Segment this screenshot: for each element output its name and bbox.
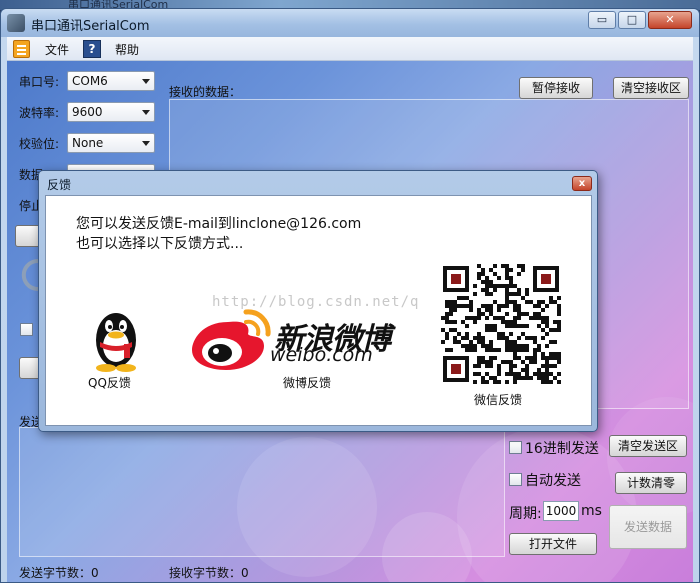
window-title: 串口通讯SerialCom [31,19,150,34]
dialog-close-button[interactable]: x [572,176,592,191]
baud-select[interactable]: 9600 [67,102,155,122]
wechat-qr-code-icon[interactable] [441,264,561,384]
hex-send-checkbox[interactable] [509,441,522,454]
count-clear-button[interactable]: 计数清零 [615,472,687,494]
chevron-down-icon [142,79,150,84]
feedback-email-text: 您可以发送反馈E-mail到linclone@126.com [76,216,362,232]
clear-receive-button[interactable]: 清空接收区 [613,77,689,99]
dialog-title: 反馈 [47,178,72,192]
auto-send-label: 自动发送 [525,473,581,489]
received-bytes-status: 接收字节数：0 [169,566,249,580]
open-file-button[interactable]: 打开文件 [509,533,597,555]
chevron-down-icon [142,110,150,115]
send-data-button[interactable]: 发送数据 [609,505,687,549]
pause-receive-button[interactable]: 暂停接收 [519,77,593,99]
dialog-body: 您可以发送反馈E-mail到linclone@126.com 也可以选择以下反馈… [45,195,592,426]
auto-send-checkbox[interactable] [509,473,522,486]
minimize-button[interactable]: ▭ [588,11,616,29]
maximize-button[interactable]: □ [618,11,646,29]
menu-item-help[interactable]: 帮助 [115,41,139,58]
baud-value: 9600 [72,105,103,119]
wechat-feedback-label[interactable]: 微信反馈 [474,391,522,408]
period-label: 周期: [509,506,542,522]
port-select[interactable]: COM6 [67,71,155,91]
port-value: COM6 [72,74,108,88]
send-textarea[interactable] [19,427,505,557]
feedback-options-text: 也可以选择以下反馈方式... [76,236,244,252]
menu-item-file[interactable]: 文件 [45,41,69,58]
weibo-feedback-label[interactable]: 微博反馈 [283,374,331,391]
left-checkbox[interactable] [20,323,33,336]
weibo-logo-domain: weibo.com [270,344,373,366]
parity-label: 校验位: [19,137,60,151]
baud-label: 波特率: [19,106,60,120]
port-label: 串口号: [19,75,60,89]
hex-send-label: 16进制发送 [525,441,599,457]
app-icon [7,14,25,32]
close-button[interactable]: ✕ [648,11,692,29]
qq-feedback-label[interactable]: QQ反馈 [88,374,131,391]
receive-label: 接收的数据： [169,85,242,99]
help-icon[interactable]: ? [83,40,101,58]
title-bar[interactable]: 串口通讯SerialCom ▭ □ ✕ [1,9,699,37]
weibo-eye-icon[interactable] [188,304,274,374]
clear-send-button[interactable]: 清空发送区 [609,435,687,457]
menu-bar: 文件 ? 帮助 [7,37,693,61]
feedback-dialog: 反馈 x 您可以发送反馈E-mail到linclone@126.com 也可以选… [38,170,598,432]
chevron-down-icon [142,141,150,146]
parity-value: None [72,136,104,150]
qq-penguin-icon[interactable] [86,306,146,372]
period-unit: ms [581,503,602,519]
period-input[interactable]: 1000 [543,501,579,521]
file-icon[interactable] [13,40,30,58]
parity-select[interactable]: None [67,133,155,153]
sent-bytes-status: 发送字节数：0 [19,566,99,580]
